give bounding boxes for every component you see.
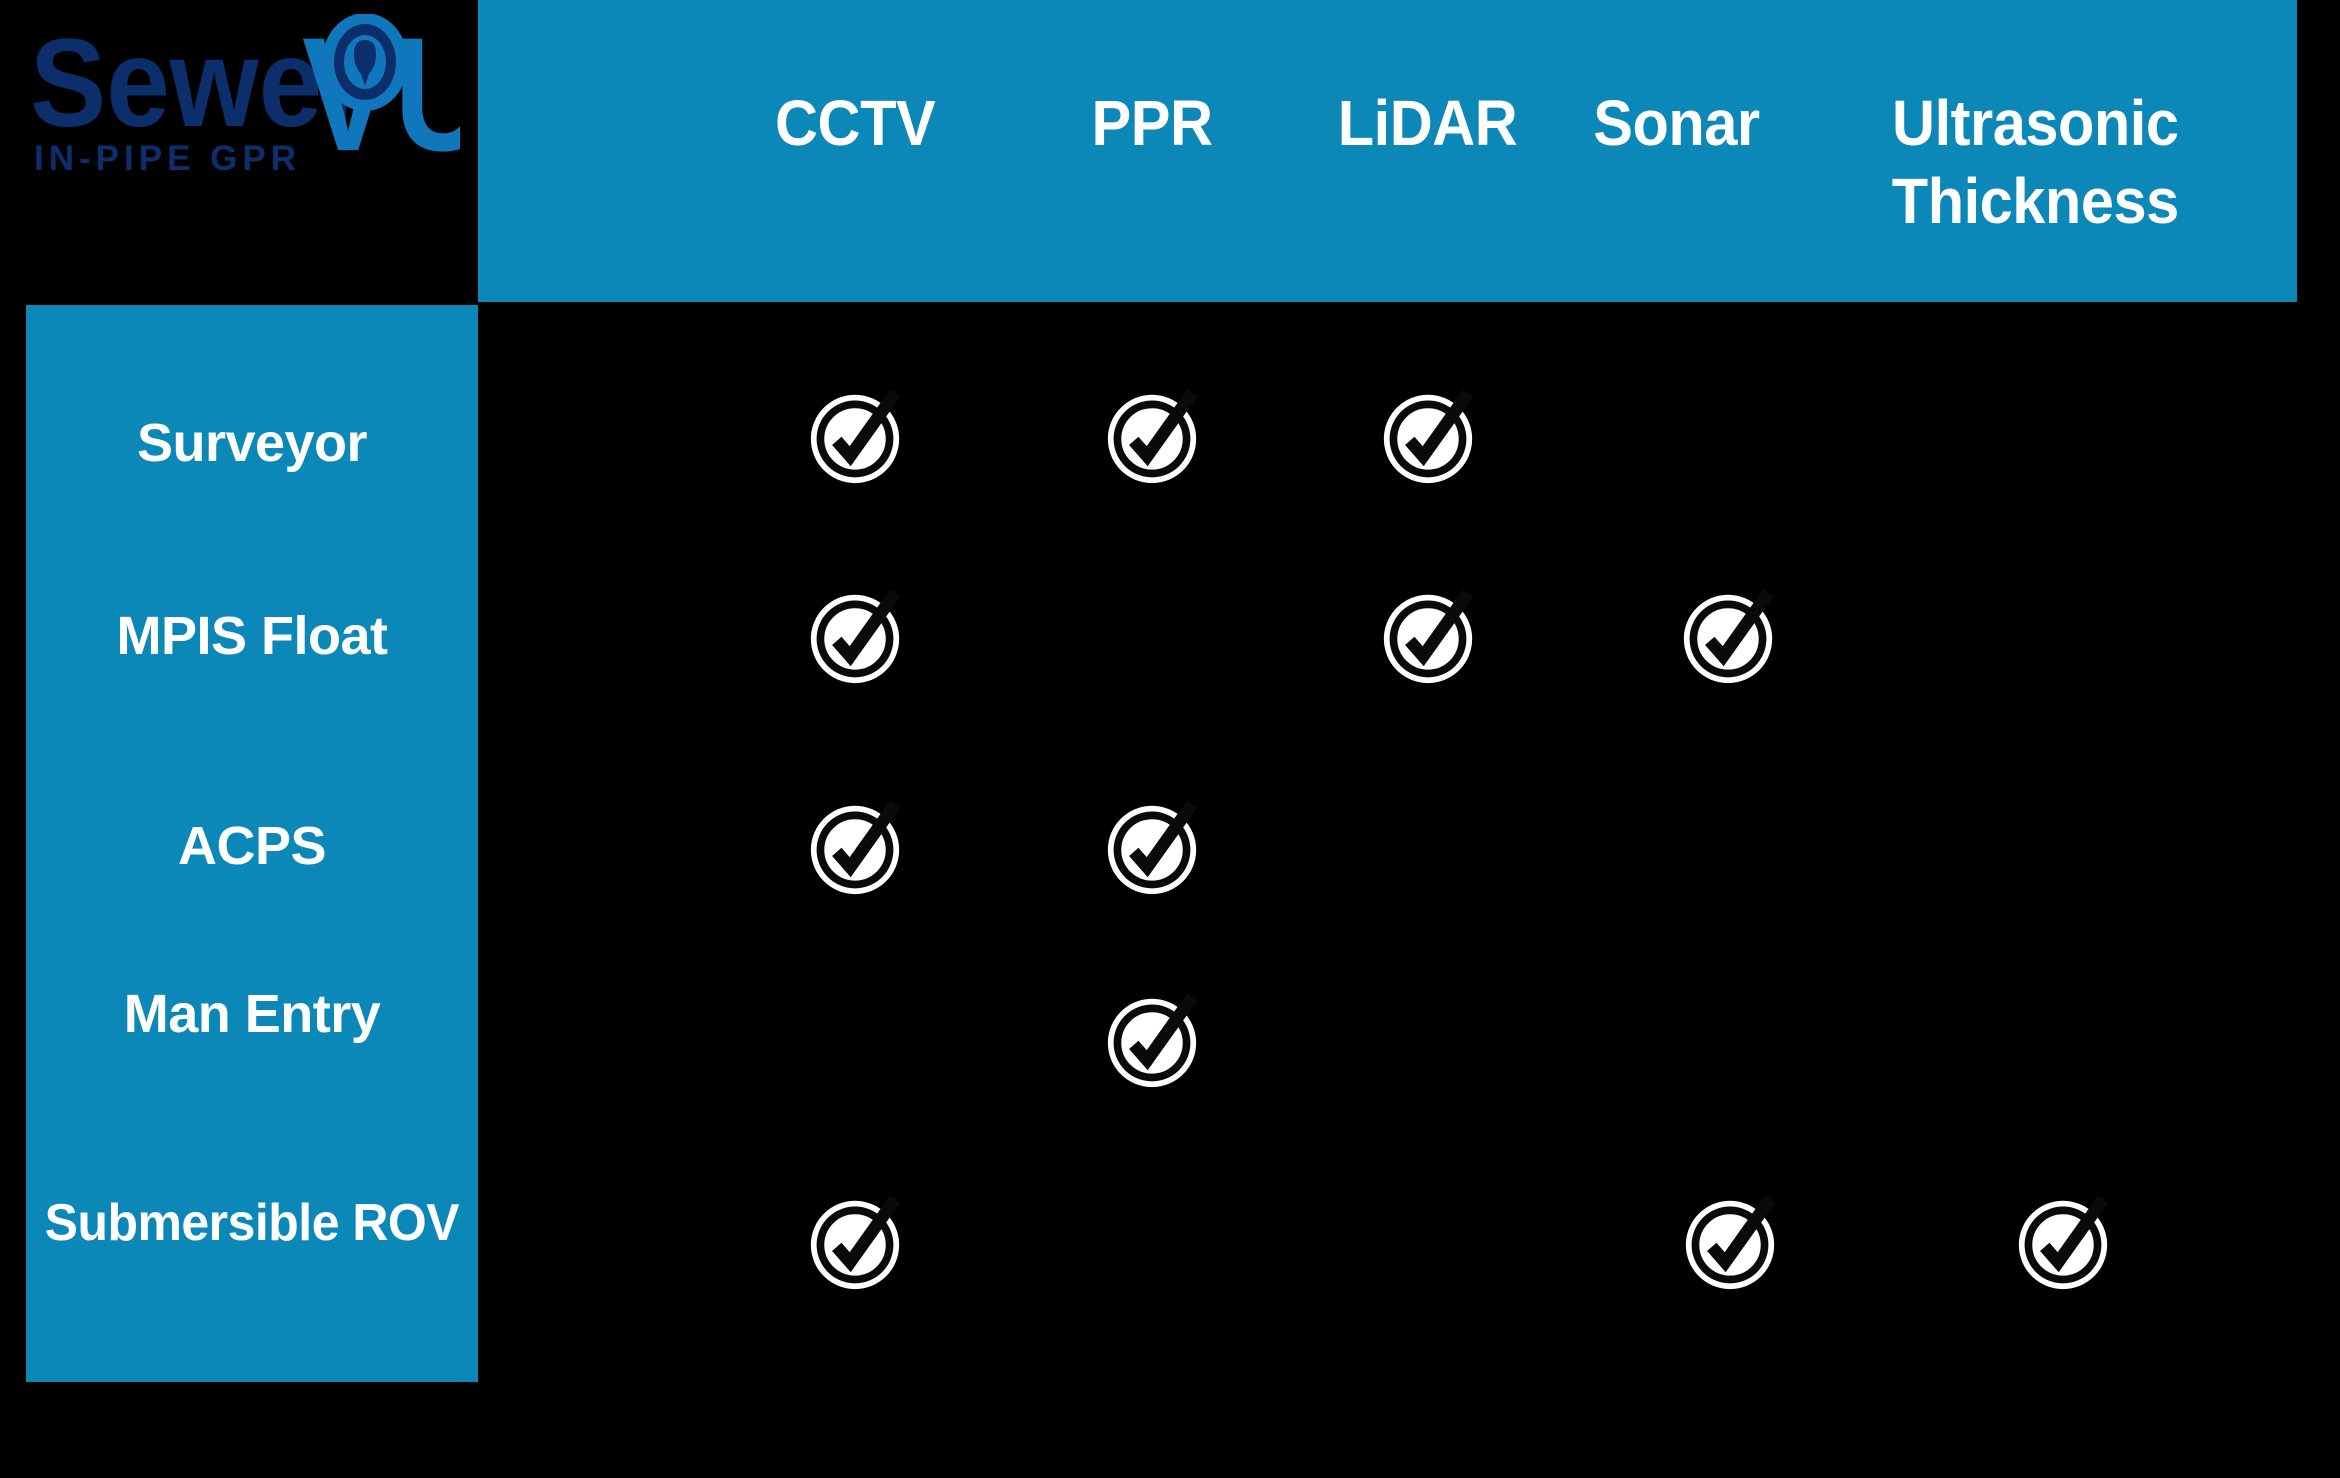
- row-header-acps[interactable]: ACPS: [26, 816, 478, 876]
- check-circle-icon: [1680, 589, 1776, 685]
- capability-matrix-grid: [478, 302, 2340, 1478]
- column-header-cctv[interactable]: CCTV: [690, 0, 1020, 302]
- logo-tagline: IN-PIPE GPR: [34, 139, 301, 178]
- row-header-man-entry[interactable]: Man Entry: [26, 984, 478, 1044]
- column-header-label: Ultrasonic Thickness: [1891, 87, 2179, 237]
- row-header-label: Man Entry: [123, 984, 381, 1044]
- check-circle-icon: [807, 389, 903, 485]
- check-circle-icon: [2015, 1195, 2111, 1291]
- check-circle-icon: [1682, 1195, 1778, 1291]
- check-circle-icon: [1104, 993, 1200, 1089]
- column-header-ultrasonic[interactable]: Ultrasonic Thickness: [1870, 0, 2200, 302]
- row-header-surveyor[interactable]: Surveyor: [26, 413, 478, 473]
- table-header-row: CCTV PPR LiDAR Sonar Ultrasonic Thickness: [478, 0, 2297, 302]
- row-header-label: ACPS: [177, 816, 327, 876]
- check-circle-icon: [807, 589, 903, 685]
- row-header-label: Surveyor: [136, 413, 368, 473]
- row-header-panel: Surveyor MPIS Float ACPS Man Entry Submersib…: [26, 305, 478, 1382]
- column-header-label: PPR: [1091, 87, 1213, 159]
- row-header-mpis-float[interactable]: MPIS Float: [26, 606, 478, 666]
- row-header-label: Submersible ROV: [44, 1194, 460, 1252]
- check-circle-icon: [1104, 800, 1200, 896]
- lens-eye-icon: [322, 14, 408, 111]
- row-header-label: MPIS Float: [116, 606, 388, 666]
- column-header-sonar[interactable]: Sonar: [1511, 0, 1841, 302]
- sewervue-logo: Sewer VUE IN-PIPE GPR: [30, 14, 460, 185]
- column-header-label: CCTV: [774, 87, 936, 159]
- check-circle-icon: [807, 1195, 903, 1291]
- check-circle-icon: [1104, 389, 1200, 485]
- column-header-label: LiDAR: [1338, 87, 1518, 159]
- check-circle-icon: [807, 800, 903, 896]
- check-circle-icon: [1380, 589, 1476, 685]
- row-header-submersible-rov[interactable]: Submersible ROV: [26, 1192, 478, 1253]
- logo-block: Sewer VUE IN-PIPE GPR: [0, 0, 478, 302]
- column-header-label: Sonar: [1592, 87, 1760, 159]
- check-circle-icon: [1380, 389, 1476, 485]
